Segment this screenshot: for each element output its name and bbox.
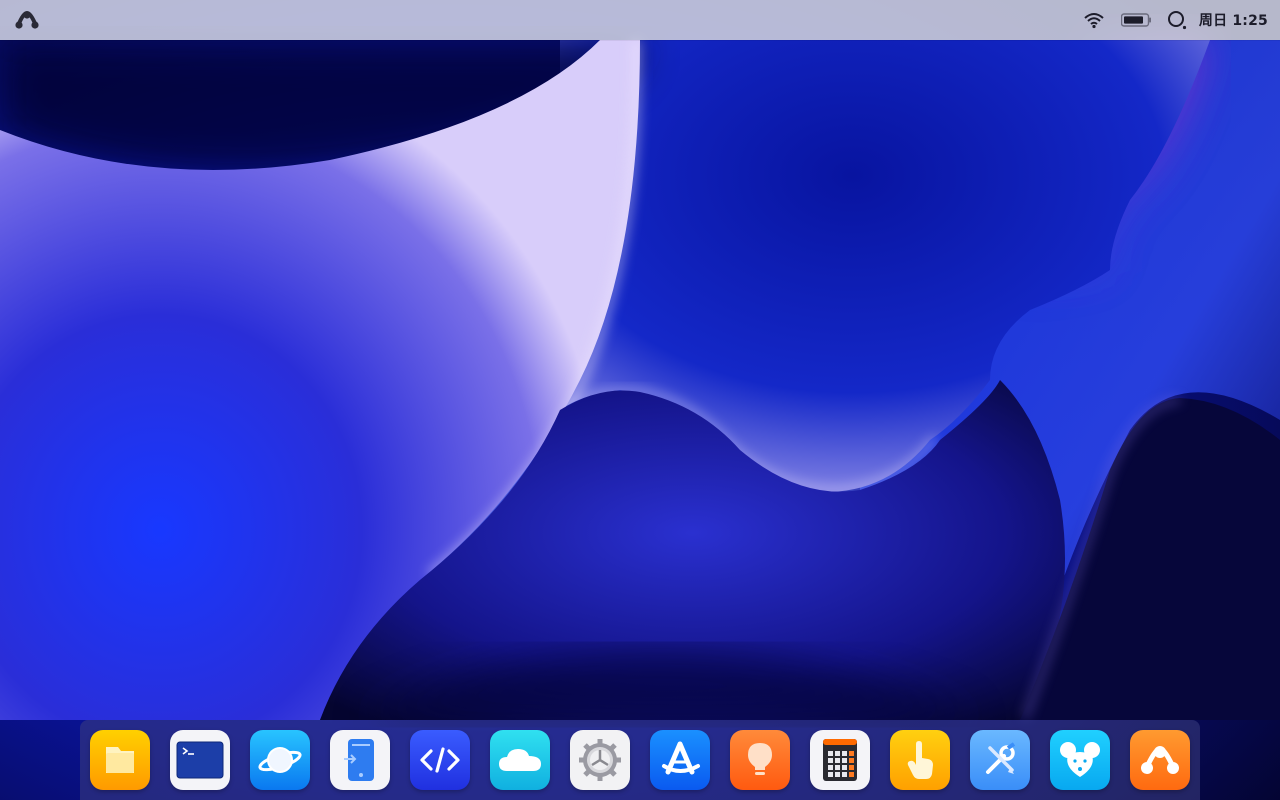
- terminal-icon[interactable]: [170, 730, 230, 790]
- system-settings-gear-icon[interactable]: [570, 730, 630, 790]
- deepin-logo-icon[interactable]: [14, 10, 40, 30]
- dock: [80, 720, 1200, 800]
- calculator-icon[interactable]: [810, 730, 870, 790]
- battery-icon[interactable]: [1120, 13, 1151, 27]
- system-tray: 周日 1:25: [1067, 0, 1268, 40]
- cloud-icon[interactable]: [490, 730, 550, 790]
- developer-tools-icon[interactable]: [970, 730, 1030, 790]
- lightbulb-tips-icon[interactable]: [730, 730, 790, 790]
- desktop-wallpaper: [0, 0, 1280, 800]
- wifi-icon[interactable]: [1083, 11, 1105, 29]
- launcher-icon[interactable]: [1130, 730, 1190, 790]
- search-icon[interactable]: [1167, 10, 1187, 30]
- file-manager-icon[interactable]: [90, 730, 150, 790]
- app-store-icon[interactable]: [650, 730, 710, 790]
- top-menu-bar: 周日 1:25: [0, 0, 1280, 40]
- clock[interactable]: 周日 1:25: [1199, 10, 1268, 30]
- browser-planet-icon[interactable]: [250, 730, 310, 790]
- mobile-transfer-icon[interactable]: [330, 730, 390, 790]
- touch-gesture-icon[interactable]: [890, 730, 950, 790]
- mouse-mascot-icon[interactable]: [1050, 730, 1110, 790]
- code-editor-icon[interactable]: [410, 730, 470, 790]
